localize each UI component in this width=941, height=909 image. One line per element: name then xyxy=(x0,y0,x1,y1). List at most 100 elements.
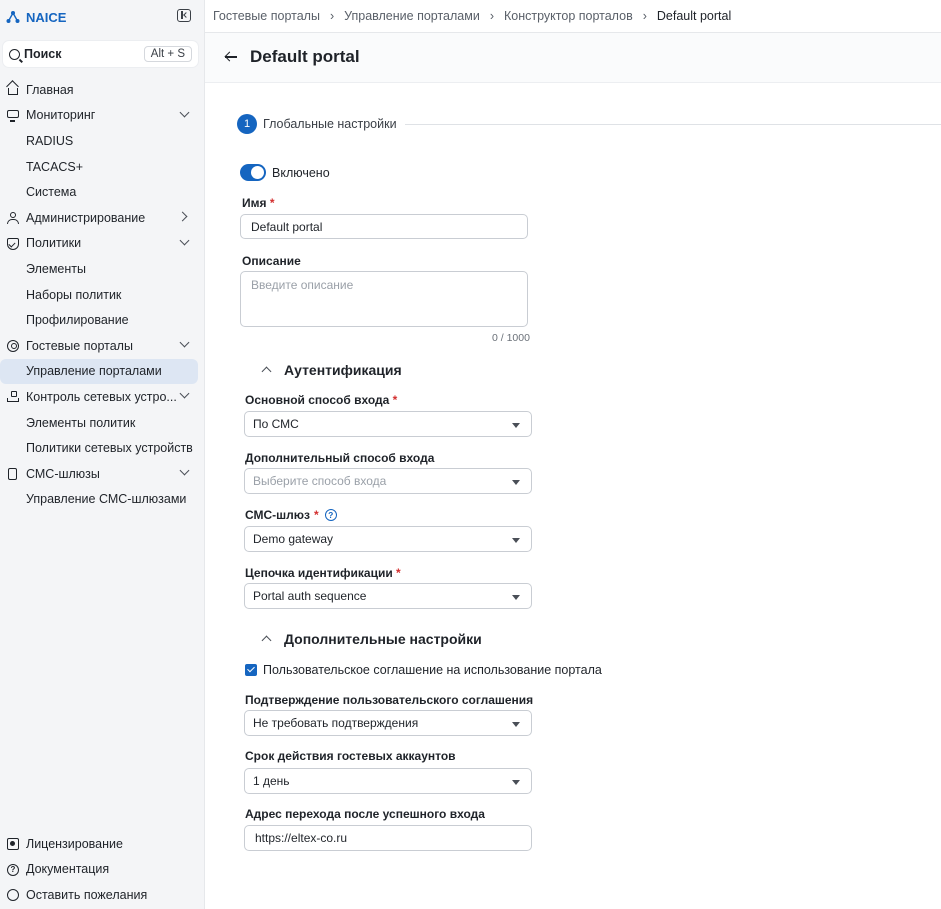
step-label: Глобальные настройки xyxy=(263,117,397,131)
step-header: 1 Глобальные настройки xyxy=(237,114,941,134)
sidebar-item-label: Оставить пожелания xyxy=(26,887,148,902)
phone-icon xyxy=(8,467,17,480)
secondary-login-select[interactable]: Выберите способ входа xyxy=(244,468,532,494)
sidebar-collapse-icon[interactable] xyxy=(177,9,191,22)
sidebar-item-home[interactable]: Главная xyxy=(0,77,204,103)
chevron-right-icon: › xyxy=(642,9,647,23)
chevron-down-icon xyxy=(179,235,190,246)
enabled-toggle[interactable] xyxy=(240,164,266,181)
name-label: Имя * xyxy=(242,196,275,210)
chevron-right-icon xyxy=(177,211,188,222)
required-mark: * xyxy=(314,508,319,522)
license-icon xyxy=(7,838,19,850)
redirect-label: Адрес перехода после успешного входа xyxy=(245,807,485,821)
sidebar-item-label: Гостевые порталы xyxy=(26,338,133,353)
sidebar-item-label: Элементы политик xyxy=(26,415,136,430)
description-textarea[interactable]: Введите описание xyxy=(240,271,528,327)
sidebar-item-label: Контроль сетевых устро... xyxy=(26,389,177,404)
name-input[interactable]: Default portal xyxy=(240,214,528,239)
sidebar-item-network-control[interactable]: Контроль сетевых устро... xyxy=(0,384,204,410)
sidebar-item-licensing[interactable]: Лицензирование xyxy=(0,831,204,857)
description-label: Описание xyxy=(242,254,301,268)
page-header: Default portal xyxy=(205,33,941,83)
guest-validity-select[interactable]: 1 день xyxy=(244,768,532,794)
sidebar: NAICE Поиск Alt + S Главная Мониторинг R… xyxy=(0,0,205,909)
sidebar-item-policy-elements[interactable]: Элементы политик xyxy=(0,410,204,436)
id-chain-value: Portal auth sequence xyxy=(253,589,367,603)
search-button[interactable]: Поиск Alt + S xyxy=(3,41,198,67)
sidebar-item-label: Документация xyxy=(26,862,110,877)
id-chain-label-text: Цепочка идентификации xyxy=(245,566,393,580)
primary-login-label: Основной способ входа * xyxy=(245,393,397,407)
network-icon xyxy=(7,391,19,403)
primary-login-value: По СМС xyxy=(253,417,299,431)
sidebar-item-tacacs[interactable]: TACACS+ xyxy=(0,154,204,180)
id-chain-select[interactable]: Portal auth sequence xyxy=(244,583,532,609)
chevron-down-icon xyxy=(179,465,190,476)
search-icon xyxy=(9,48,20,60)
sidebar-item-documentation[interactable]: ? Документация xyxy=(0,857,204,883)
naice-logo-icon xyxy=(6,11,20,23)
sidebar-item-elements[interactable]: Элементы xyxy=(0,256,204,282)
breadcrumb-guest-portals[interactable]: Гостевые порталы xyxy=(213,9,320,23)
redirect-input[interactable]: https://eltex-co.ru xyxy=(244,825,532,851)
required-mark: * xyxy=(392,393,398,407)
sidebar-item-label: RADIUS xyxy=(26,133,74,148)
sidebar-item-label: Мониторинг xyxy=(26,108,96,123)
chevron-down-icon xyxy=(179,107,190,118)
sidebar-item-portal-management[interactable]: Управление порталами xyxy=(0,358,198,385)
sidebar-item-label: Главная xyxy=(26,82,74,97)
breadcrumb: Гостевые порталы › Управление порталами … xyxy=(213,9,731,23)
back-arrow-icon[interactable] xyxy=(225,51,237,63)
sidebar-item-administration[interactable]: Администрирование xyxy=(0,205,204,231)
sidebar-item-profiling[interactable]: Профилирование xyxy=(0,307,204,333)
sidebar-item-policy-sets[interactable]: Наборы политик xyxy=(0,282,204,308)
sidebar-item-label: Элементы xyxy=(26,261,86,276)
sidebar-item-sms-gateways[interactable]: СМС-шлюзы xyxy=(0,461,204,487)
sms-gateway-select[interactable]: Demo gateway xyxy=(244,526,532,552)
id-chain-label: Цепочка идентификации * xyxy=(245,566,401,580)
sidebar-nav: Главная Мониторинг RADIUS TACACS+ Систем… xyxy=(0,77,204,512)
breadcrumb-portal-management[interactable]: Управление порталами xyxy=(344,9,480,23)
monitor-icon xyxy=(7,109,19,122)
extra-section-title[interactable]: Дополнительные настройки xyxy=(261,631,482,647)
page-title: Default portal xyxy=(250,47,360,66)
chevron-up-icon xyxy=(261,635,272,646)
sidebar-item-label: Администрирование xyxy=(26,210,146,225)
primary-login-label-text: Основной способ входа xyxy=(245,393,390,407)
required-mark: * xyxy=(269,196,275,210)
step-number: 1 xyxy=(237,114,257,134)
sidebar-item-sms-management[interactable]: Управление СМС-шлюзами xyxy=(0,487,204,513)
auth-section-title[interactable]: Аутентификация xyxy=(261,362,402,378)
sidebar-item-radius[interactable]: RADIUS xyxy=(0,128,204,154)
guest-validity-value: 1 день xyxy=(253,774,290,788)
required-mark: * xyxy=(396,566,401,580)
sidebar-item-monitoring[interactable]: Мониторинг xyxy=(0,103,204,129)
sidebar-item-label: Управление СМС-шлюзами xyxy=(26,492,187,507)
chevron-right-icon: › xyxy=(489,9,494,23)
sidebar-item-guest-portals[interactable]: Гостевые порталы xyxy=(0,333,204,359)
agreement-confirm-select[interactable]: Не требовать подтверждения xyxy=(244,710,532,736)
agreement-checkbox-label: Пользовательское соглашение на использов… xyxy=(263,663,602,677)
extra-section-label: Дополнительные настройки xyxy=(284,631,482,647)
dropdown-arrow-icon xyxy=(512,423,520,428)
chevron-down-icon xyxy=(179,388,190,399)
sidebar-item-feedback[interactable]: Оставить пожелания xyxy=(0,882,204,908)
sidebar-bottom-nav: Лицензирование ? Документация Оставить п… xyxy=(0,831,204,908)
breadcrumb-portal-builder[interactable]: Конструктор порталов xyxy=(504,9,633,23)
sidebar-item-policies[interactable]: Политики xyxy=(0,231,204,257)
divider xyxy=(404,123,941,125)
sidebar-item-label: Управление порталами xyxy=(26,364,162,379)
sidebar-item-system[interactable]: Система xyxy=(0,179,204,205)
help-icon[interactable]: ? xyxy=(324,509,337,521)
brand[interactable]: NAICE xyxy=(6,8,66,26)
primary-login-select[interactable]: По СМС xyxy=(244,411,532,437)
sidebar-item-label: Лицензирование xyxy=(26,836,123,851)
name-label-text: Имя xyxy=(242,196,267,210)
sidebar-item-device-policies[interactable]: Политики сетевых устройств xyxy=(0,435,204,461)
sidebar-item-label: TACACS+ xyxy=(26,159,84,174)
sms-gateway-value: Demo gateway xyxy=(253,532,334,546)
sms-gateway-label: СМС-шлюз * ? xyxy=(245,508,337,522)
shield-icon xyxy=(7,237,19,250)
agreement-checkbox[interactable] xyxy=(245,664,257,676)
